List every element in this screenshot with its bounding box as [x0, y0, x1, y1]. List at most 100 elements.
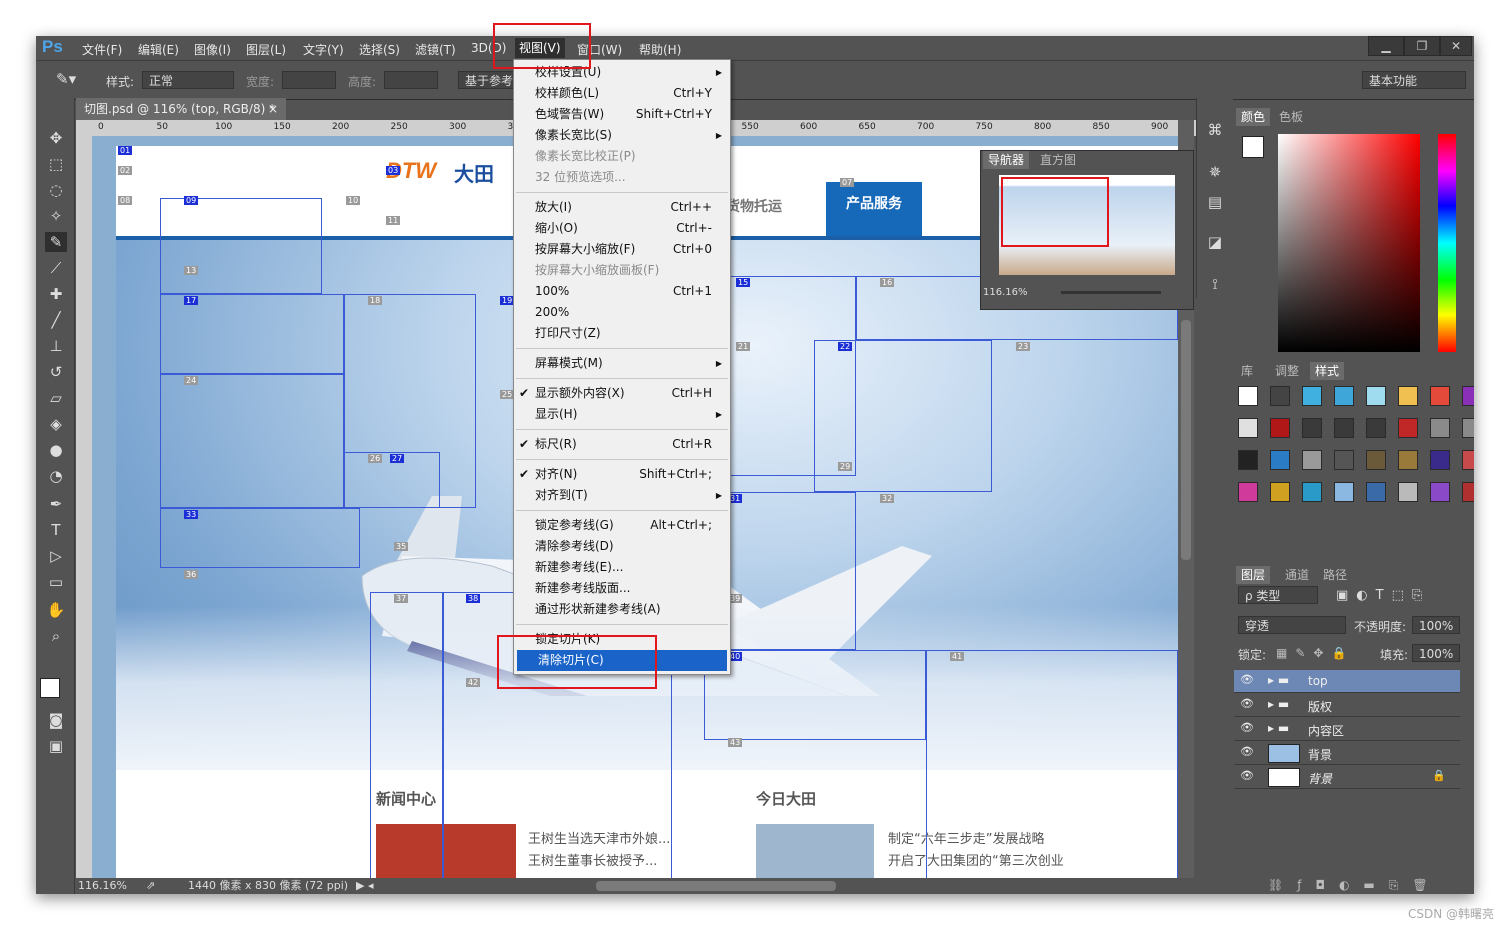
color-field[interactable] [1278, 134, 1420, 352]
slice-tag[interactable]: 21 [736, 342, 751, 351]
tab-color[interactable]: 颜色 [1236, 108, 1271, 126]
scroll-thumb[interactable] [1181, 320, 1191, 560]
tab-histogram[interactable]: 直方图 [1035, 151, 1081, 169]
move-tool-icon[interactable]: ✥ [45, 128, 67, 148]
share-icon[interactable]: ⇗ [146, 878, 155, 894]
view-menu-item[interactable]: 锁定参考线(G) Alt+Ctrl+; [514, 515, 730, 536]
view-menu-item[interactable]: ✔ 对齐(N) Shift+Ctrl+; [514, 464, 730, 485]
slice-tag[interactable]: 37 [394, 594, 409, 603]
color-foreground-swatch[interactable] [1242, 136, 1264, 158]
style-select[interactable]: 正常 [142, 71, 234, 89]
navigator-zoom-slider[interactable] [1061, 291, 1161, 294]
style-swatch[interactable] [1366, 418, 1386, 438]
style-swatch[interactable] [1270, 386, 1290, 406]
paths-panel-icon[interactable]: ⟟ [1204, 274, 1226, 294]
style-swatch[interactable] [1302, 450, 1322, 470]
style-swatch[interactable] [1238, 450, 1258, 470]
navigator-zoom[interactable]: 116.16% [983, 287, 1028, 298]
slice-tag[interactable]: 38 [466, 594, 481, 603]
style-swatch[interactable] [1462, 418, 1474, 438]
slice-tag[interactable]: 01 [118, 146, 133, 155]
slice-tag[interactable]: 09 [184, 196, 199, 205]
screen-mode-icon[interactable]: ▣ [45, 736, 67, 756]
style-swatch[interactable] [1334, 386, 1354, 406]
visibility-eye-icon[interactable]: 👁 [1240, 721, 1254, 734]
view-menu-item[interactable]: 显示(H) ▶ [514, 404, 730, 425]
tab-adjustments[interactable]: 调整 [1270, 362, 1304, 380]
layer-row[interactable]: 👁 背景 [1234, 742, 1460, 765]
menu-select[interactable]: 选择(S) [359, 41, 400, 58]
menu-type[interactable]: 文字(Y) [303, 41, 344, 58]
slice-tag[interactable]: 11 [386, 216, 401, 225]
navigator-thumbnail[interactable] [999, 175, 1175, 275]
view-menu-item[interactable]: ✔ 标尺(R) Ctrl+R [514, 434, 730, 455]
layer-filter-select[interactable]: ρ 类型 [1238, 586, 1318, 604]
view-menu-item[interactable]: 通过形状新建参考线(A) [514, 599, 730, 620]
style-swatch[interactable] [1366, 450, 1386, 470]
navigator-panel-icon[interactable]: ✵ [1204, 162, 1226, 182]
document-tab[interactable]: 切图.psd @ 116% (top, RGB/8) * × [76, 98, 286, 120]
view-menu-item[interactable]: 屏幕模式(M) ▶ [514, 353, 730, 374]
zoom-tool-icon[interactable]: ⌕ [45, 626, 67, 646]
dodge-tool-icon[interactable]: ◔ [45, 466, 67, 486]
slice-tag[interactable]: 32 [880, 494, 895, 503]
view-menu-item[interactable]: 缩小(O) Ctrl+- [514, 218, 730, 239]
style-swatch[interactable] [1334, 418, 1354, 438]
view-menu-item[interactable]: 色域警告(W) Shift+Ctrl+Y [514, 104, 730, 125]
view-menu-item[interactable]: 按屏幕大小缩放(F) Ctrl+0 [514, 239, 730, 260]
opacity-input[interactable]: 100% [1412, 616, 1460, 634]
view-menu-item[interactable]: 新建参考线版面... [514, 578, 730, 599]
layer-row[interactable]: 👁 背景 🔒 [1234, 766, 1460, 789]
slice-tag[interactable]: 02 [118, 166, 133, 175]
slice-tool-icon[interactable]: ✎▾ [56, 70, 76, 88]
view-menu-item[interactable]: 打印尺寸(Z) [514, 323, 730, 344]
restore-button[interactable]: ❐ [1404, 36, 1440, 56]
style-swatch[interactable] [1462, 386, 1474, 406]
navigator-view-box[interactable] [1001, 177, 1109, 247]
style-swatch[interactable] [1366, 386, 1386, 406]
slice-tag[interactable]: 26 [368, 454, 383, 463]
brush-tool-icon[interactable]: ╱ [45, 310, 67, 330]
slice-tag[interactable]: 41 [950, 652, 965, 661]
tab-layers[interactable]: 图层 [1236, 566, 1271, 584]
slice-tag[interactable]: 13 [184, 266, 199, 275]
close-button[interactable]: ✕ [1440, 36, 1472, 56]
visibility-eye-icon[interactable]: 👁 [1240, 745, 1254, 758]
slice-tag[interactable]: 42 [466, 678, 481, 687]
folder-icon[interactable]: ▸ ▬ [1268, 721, 1289, 735]
slice-tag[interactable]: 27 [390, 454, 405, 463]
workspace-select[interactable]: 基本功能 [1362, 71, 1466, 89]
slice-tag[interactable]: 10 [346, 196, 361, 205]
slice-tag[interactable]: 03 [386, 166, 401, 175]
blend-mode-select[interactable]: 穿透 [1238, 616, 1346, 634]
view-menu-item[interactable]: 放大(I) Ctrl++ [514, 197, 730, 218]
style-swatch[interactable] [1302, 386, 1322, 406]
style-swatch[interactable] [1398, 482, 1418, 502]
menu-layer[interactable]: 图层(L) [246, 41, 286, 58]
slice-tag[interactable]: 22 [838, 342, 853, 351]
path-select-icon[interactable]: ▷ [45, 546, 67, 566]
view-menu-item[interactable]: 新建参考线(E)... [514, 557, 730, 578]
menu-help[interactable]: 帮助(H) [639, 41, 681, 58]
style-swatch[interactable] [1238, 386, 1258, 406]
lasso-tool-icon[interactable]: ◌ [45, 180, 67, 200]
slice-tag[interactable]: 08 [118, 196, 133, 205]
style-swatch[interactable] [1334, 450, 1354, 470]
slice-tag[interactable]: 17 [184, 296, 199, 305]
layer-row[interactable]: 👁 ▸ ▬ top [1234, 670, 1460, 693]
layer-filter-icons[interactable]: ▣◐T⬚⎘ [1336, 588, 1430, 603]
hand-tool-icon[interactable]: ✋ [45, 600, 67, 620]
marquee-tool-icon[interactable]: ⬚ [45, 154, 67, 174]
lock-icons[interactable]: ▦✎✥🔒 [1276, 646, 1354, 660]
width-input[interactable] [282, 71, 336, 89]
vertical-ruler[interactable] [76, 136, 92, 878]
style-swatch[interactable] [1462, 450, 1474, 470]
minimize-button[interactable]: ▁ [1368, 36, 1404, 56]
style-swatch[interactable] [1334, 482, 1354, 502]
folder-icon[interactable]: ▸ ▬ [1268, 697, 1289, 711]
tab-channels[interactable]: 通道 [1280, 566, 1314, 584]
type-tool-icon[interactable]: T [45, 520, 67, 540]
height-input[interactable] [384, 71, 438, 89]
close-tab-icon[interactable]: × [268, 98, 278, 120]
menu-image[interactable]: 图像(I) [194, 41, 231, 58]
